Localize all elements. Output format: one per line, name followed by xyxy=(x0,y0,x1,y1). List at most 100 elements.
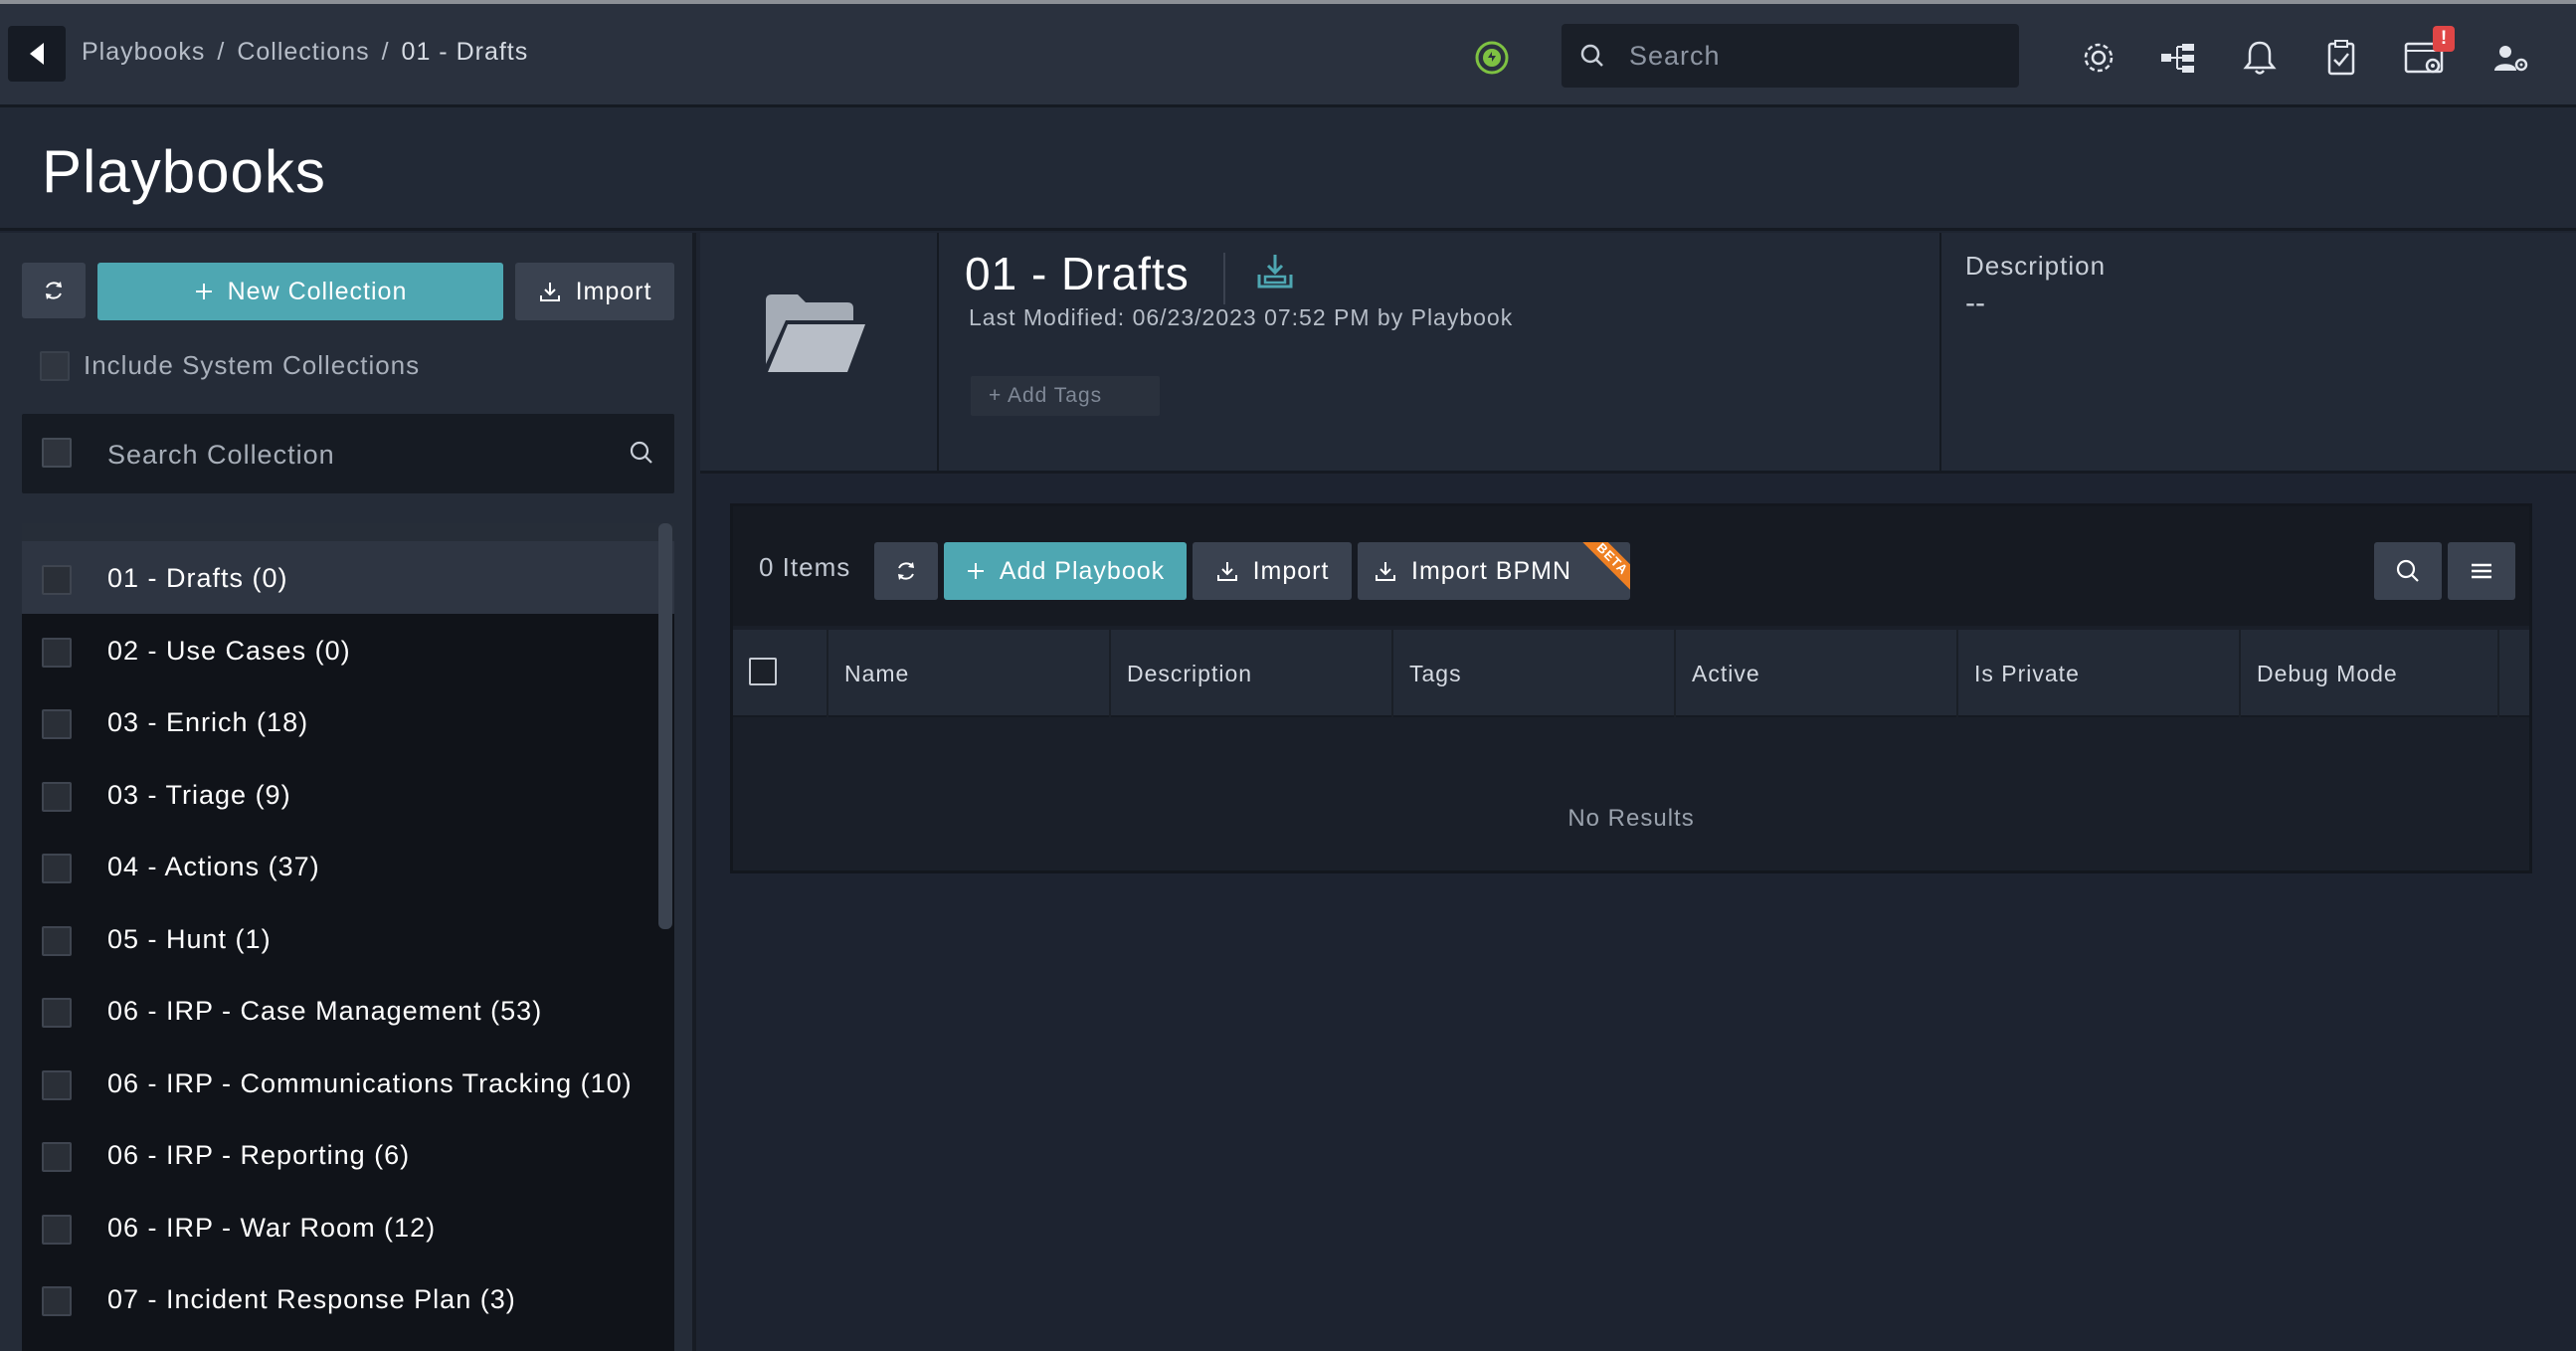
playbook-grid: 0 Items Add Playbook Import Import BPMN … xyxy=(730,503,2532,873)
back-icon xyxy=(30,43,44,65)
grid-search-button[interactable] xyxy=(2374,542,2442,600)
import-bpmn-button[interactable]: Import BPMN BETA xyxy=(1358,542,1630,600)
add-tags-button[interactable]: + Add Tags xyxy=(971,376,1160,416)
import-bpmn-label: Import BPMN xyxy=(1411,556,1572,585)
global-search-input[interactable]: Search xyxy=(1562,24,2019,88)
collection-list: 01 - Drafts (0) 02 - Use Cases (0) 03 - … xyxy=(22,523,674,1351)
grid-toolbar: 0 Items Add Playbook Import Import BPMN … xyxy=(733,506,2529,626)
collection-info-row: 01 - Drafts Last Modified: 06/23/2023 07… xyxy=(700,233,2576,474)
collection-list-scrollbar[interactable] xyxy=(658,523,672,929)
collection-checkbox[interactable] xyxy=(42,1286,72,1316)
collection-label: 06 - IRP - War Room (12) xyxy=(107,1212,437,1243)
collection-item-drafts[interactable]: 01 - Drafts (0) xyxy=(22,541,674,614)
column-header-debug-mode[interactable]: Debug Mode xyxy=(2241,630,2499,717)
column-header-active[interactable]: Active xyxy=(1676,630,1958,717)
status-power-icon[interactable] xyxy=(1474,40,1510,76)
import-collection-button[interactable]: Import xyxy=(515,263,674,320)
export-collection-icon[interactable] xyxy=(1253,251,1297,294)
collection-item-communications-tracking[interactable]: 06 - IRP - Communications Tracking (10) xyxy=(22,1047,674,1119)
collection-item-triage[interactable]: 03 - Triage (9) xyxy=(22,758,674,831)
collection-checkbox[interactable] xyxy=(42,565,72,595)
description-label: Description xyxy=(1965,251,2107,281)
collection-checkbox[interactable] xyxy=(42,709,72,739)
collection-item-hunt[interactable]: 05 - Hunt (1) xyxy=(22,902,674,975)
collection-label: 06 - IRP - Case Management (53) xyxy=(107,996,543,1026)
settings-gear-icon[interactable] xyxy=(2079,38,2118,78)
title-divider xyxy=(1223,253,1225,304)
collection-label: 03 - Triage (9) xyxy=(107,779,291,810)
page-header: Playbooks xyxy=(0,107,2576,231)
include-system-checkbox[interactable] xyxy=(40,350,70,381)
breadcrumb-link-collections[interactable]: Collections xyxy=(237,38,369,67)
collection-checkbox[interactable] xyxy=(42,998,72,1028)
refresh-playbooks-button[interactable] xyxy=(874,542,938,600)
alert-badge: ! xyxy=(2433,26,2455,52)
collection-item-case-management[interactable]: 06 - IRP - Case Management (53) xyxy=(22,974,674,1047)
breadcrumb-separator: / xyxy=(217,38,226,66)
collection-checkbox[interactable] xyxy=(42,854,72,883)
refresh-collections-button[interactable] xyxy=(22,263,86,318)
collection-label: 02 - Use Cases (0) xyxy=(107,635,351,666)
collection-checkbox[interactable] xyxy=(42,1069,72,1100)
collection-label: 01 - Drafts (0) xyxy=(107,563,288,593)
hierarchy-icon[interactable] xyxy=(2158,38,2198,78)
collection-item-enrich[interactable]: 03 - Enrich (18) xyxy=(22,685,674,758)
page-title: Playbooks xyxy=(42,138,326,205)
collection-label: 05 - Hunt (1) xyxy=(107,923,272,954)
collection-item-actions[interactable]: 04 - Actions (37) xyxy=(22,830,674,902)
collection-item-war-room[interactable]: 06 - IRP - War Room (12) xyxy=(22,1191,674,1263)
collection-checkbox[interactable] xyxy=(42,1142,72,1172)
refresh-icon xyxy=(898,562,914,580)
include-system-collections-toggle[interactable]: Include System Collections xyxy=(40,350,420,381)
breadcrumb-current: 01 - Drafts xyxy=(401,38,529,66)
column-header-is-private[interactable]: Is Private xyxy=(1958,630,2241,717)
beta-label: BETA xyxy=(1577,542,1630,594)
column-header-description[interactable]: Description xyxy=(1111,630,1393,717)
collection-label: 06 - IRP - Communications Tracking (10) xyxy=(107,1067,633,1098)
collection-checkbox[interactable] xyxy=(42,1214,72,1245)
collection-item-use-cases[interactable]: 02 - Use Cases (0) xyxy=(22,614,674,686)
search-icon[interactable] xyxy=(629,440,654,466)
collection-label: 03 - Enrich (18) xyxy=(107,707,309,737)
collection-title: 01 - Drafts xyxy=(965,248,1190,299)
clipboard-check-icon[interactable] xyxy=(2321,38,2361,78)
bell-icon[interactable] xyxy=(2240,38,2280,78)
search-collection-placeholder: Search Collection xyxy=(107,440,335,470)
collection-item-incident-response-plan[interactable]: 07 - Incident Response Plan (3) xyxy=(22,1262,674,1335)
collection-checkbox[interactable] xyxy=(42,637,72,668)
collection-item-reporting[interactable]: 06 - IRP - Reporting (6) xyxy=(22,1118,674,1191)
grid-header: Name Description Tags Active Is Private … xyxy=(733,630,2529,717)
column-header-tags[interactable]: Tags xyxy=(1393,630,1676,717)
open-folder-icon xyxy=(766,294,865,372)
user-settings-icon[interactable] xyxy=(2490,38,2530,78)
import-collection-label: Import xyxy=(575,277,652,305)
plus-icon xyxy=(194,282,214,301)
breadcrumb: Playbooks / Collections / 01 - Drafts xyxy=(82,38,528,67)
add-playbook-label: Add Playbook xyxy=(999,556,1166,585)
search-icon xyxy=(2396,559,2419,582)
select-all-collections-checkbox[interactable] xyxy=(42,438,72,468)
select-all-playbooks-checkbox[interactable] xyxy=(749,658,777,685)
collection-checkbox[interactable] xyxy=(42,925,72,956)
top-bar: Playbooks / Collections / 01 - Drafts Se… xyxy=(0,4,2576,107)
add-playbook-button[interactable]: Add Playbook xyxy=(944,542,1187,600)
collection-checkbox[interactable] xyxy=(42,781,72,812)
description-value[interactable]: -- xyxy=(1965,287,1985,320)
select-all-column xyxy=(733,630,828,717)
folder-cell xyxy=(700,233,939,474)
back-button[interactable] xyxy=(8,26,66,82)
grid-menu-button[interactable] xyxy=(2448,542,2515,600)
beta-ribbon: BETA xyxy=(1574,542,1630,598)
column-header-name[interactable]: Name xyxy=(828,630,1111,717)
last-modified-text: Last Modified: 06/23/2023 07:52 PM by Pl… xyxy=(969,304,1514,330)
new-collection-button[interactable]: New Collection xyxy=(97,263,503,320)
plus-icon xyxy=(966,561,986,581)
download-icon xyxy=(1215,559,1239,583)
breadcrumb-separator: / xyxy=(381,38,390,66)
empty-state-text: No Results xyxy=(1567,805,1695,832)
search-collection-input[interactable]: Search Collection xyxy=(22,414,674,493)
breadcrumb-link-playbooks[interactable]: Playbooks xyxy=(82,38,205,67)
import-playbook-button[interactable]: Import xyxy=(1193,542,1352,600)
collections-panel: New Collection Import Include System Col… xyxy=(0,233,696,1351)
include-system-label: Include System Collections xyxy=(84,350,421,380)
